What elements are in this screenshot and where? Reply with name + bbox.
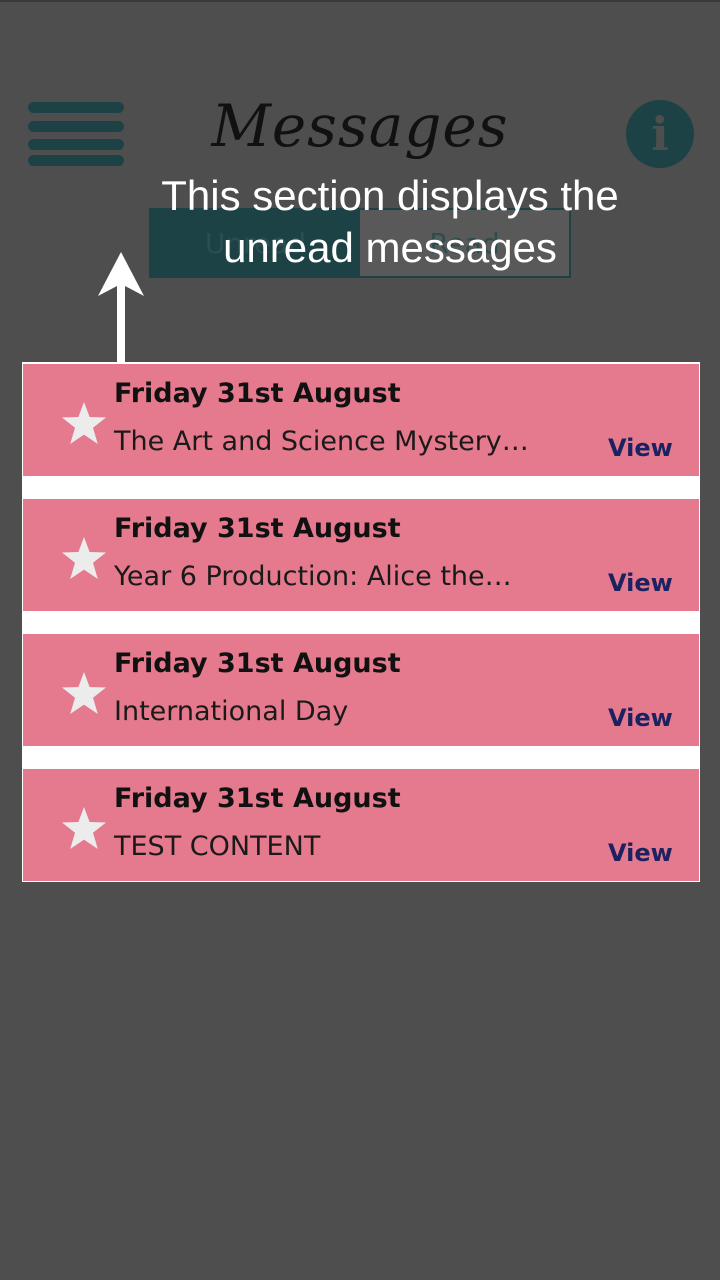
- view-link[interactable]: View: [608, 704, 673, 732]
- menu-bar: [28, 139, 124, 150]
- star-icon[interactable]: [61, 400, 107, 446]
- star-icon[interactable]: [61, 805, 107, 851]
- message-date: Friday 31st August: [114, 648, 401, 679]
- status-divider: [0, 0, 720, 2]
- info-icon[interactable]: i: [626, 100, 694, 168]
- list-item[interactable]: Friday 31st August International Day Vie…: [23, 634, 699, 746]
- view-link[interactable]: View: [608, 569, 673, 597]
- menu-bar: [28, 102, 124, 113]
- view-link[interactable]: View: [608, 434, 673, 462]
- page-title: Messages: [211, 92, 509, 160]
- view-link[interactable]: View: [608, 839, 673, 867]
- tutorial-hint: This section displays the unread message…: [120, 170, 660, 274]
- star-icon[interactable]: [61, 670, 107, 716]
- list-item[interactable]: Friday 31st August The Art and Science M…: [23, 364, 699, 476]
- message-date: Friday 31st August: [114, 378, 401, 409]
- message-date: Friday 31st August: [114, 783, 401, 814]
- menu-bar: [28, 121, 124, 132]
- list-item[interactable]: Friday 31st August TEST CONTENT View: [23, 769, 699, 881]
- hamburger-menu-icon[interactable]: [28, 102, 124, 166]
- message-subject: The Art and Science Mystery…: [114, 426, 529, 457]
- message-subject: TEST CONTENT: [114, 831, 321, 862]
- menu-bar: [28, 155, 124, 166]
- list-item[interactable]: Friday 31st August Year 6 Production: Al…: [23, 499, 699, 611]
- message-subject: International Day: [114, 696, 349, 727]
- tutorial-hint-line2: unread messages: [223, 224, 557, 271]
- star-icon[interactable]: [61, 535, 107, 581]
- message-date: Friday 31st August: [114, 513, 401, 544]
- tutorial-hint-line1: This section displays the: [161, 172, 619, 219]
- unread-message-list: Friday 31st August The Art and Science M…: [22, 362, 700, 882]
- message-subject: Year 6 Production: Alice the…: [114, 561, 512, 592]
- arrow-up-icon: [98, 252, 144, 364]
- messages-screen: Messages i Unread Read This section disp…: [0, 0, 720, 1280]
